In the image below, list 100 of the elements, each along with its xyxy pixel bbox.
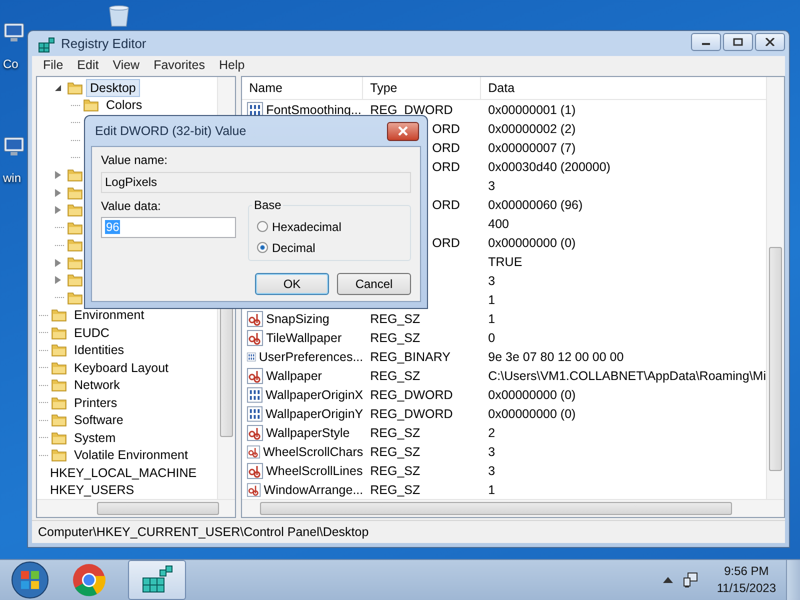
value-data: 3 xyxy=(488,178,496,192)
tree-item[interactable]: System xyxy=(70,428,120,447)
menu-item[interactable]: Edit xyxy=(70,58,106,72)
value-data-text: 96 xyxy=(105,220,120,234)
tree-item[interactable]: Volatile Environment xyxy=(70,446,192,464)
computer-icon[interactable] xyxy=(3,136,25,157)
folder-icon xyxy=(51,308,67,322)
radio-button[interactable] xyxy=(257,242,268,253)
string-value-icon xyxy=(247,310,264,326)
value-data: 2 xyxy=(488,426,496,440)
tree-item[interactable]: Environment xyxy=(70,306,148,324)
close-icon xyxy=(765,38,775,46)
value-data: 0x00000001 (1) xyxy=(488,102,576,116)
value-name[interactable]: WallpaperOriginX xyxy=(266,388,364,402)
value-data: 3 xyxy=(488,444,496,458)
close-button[interactable] xyxy=(755,32,785,50)
folder-icon xyxy=(51,326,67,340)
tree-item[interactable]: HKEY_LOCAL_MACHINE xyxy=(46,464,201,482)
column-header[interactable]: Type xyxy=(363,77,482,99)
clock-date: 11/15/2023 xyxy=(716,580,776,597)
value-data: 0x00030d40 (200000) xyxy=(488,160,610,174)
binary-value-icon xyxy=(247,406,263,422)
value-name[interactable]: WallpaperOriginY xyxy=(266,406,364,420)
value-name[interactable]: WallpaperStyle xyxy=(266,426,350,440)
group-title: Base xyxy=(252,198,284,212)
value-name[interactable]: TileWallpaper xyxy=(266,330,342,344)
show-hidden-icons-icon[interactable] xyxy=(662,577,673,583)
minimize-button[interactable] xyxy=(691,32,721,50)
value-name[interactable]: UserPreferences... xyxy=(258,350,364,364)
maximize-button[interactable] xyxy=(723,32,753,50)
value-data: 0x00000060 (96) xyxy=(488,198,583,212)
expander-icon[interactable] xyxy=(55,84,61,91)
value-data: C:\Users\VM1.COLLABNET\AppData\Roaming\Mi xyxy=(488,368,766,382)
browser-icon xyxy=(72,563,106,597)
network-icon[interactable] xyxy=(682,572,699,588)
folder-icon xyxy=(67,80,83,95)
value-type: ORD xyxy=(432,198,460,212)
clock-time: 9:56 PM xyxy=(724,563,769,580)
recycle-bin-icon[interactable] xyxy=(106,5,132,27)
tree-item[interactable]: Colors xyxy=(102,96,146,114)
value-type: REG_SZ xyxy=(370,312,420,326)
value-data: 0x00000007 (7) xyxy=(488,140,576,154)
close-button[interactable] xyxy=(387,122,419,140)
column-header[interactable]: Data xyxy=(481,77,766,99)
value-data: 9e 3e 07 80 12 00 00 00 xyxy=(488,350,624,364)
value-data: 0x00000000 (0) xyxy=(488,406,576,420)
dialog-title: Edit DWORD (32-bit) Value xyxy=(94,124,246,138)
menu-item[interactable]: Help xyxy=(212,58,252,72)
value-type: ORD xyxy=(432,236,460,250)
value-name-field[interactable]: LogPixels xyxy=(101,172,411,193)
registry-taskbar-button[interactable] xyxy=(128,560,186,600)
value-data: 1 xyxy=(488,312,496,326)
value-data: 3 xyxy=(488,464,496,478)
string-value-icon xyxy=(247,368,264,384)
dialog-button[interactable]: Cancel xyxy=(337,273,411,295)
value-name[interactable]: SnapSizing xyxy=(266,312,330,326)
value-data: 0x00000000 (0) xyxy=(488,388,576,402)
value-data: 1 xyxy=(488,292,496,306)
value-type: REG_DWORD xyxy=(370,102,453,116)
desktop-icon-label[interactable]: Co xyxy=(3,57,18,71)
scrollbar-thumb[interactable] xyxy=(260,502,732,515)
value-data: 1 xyxy=(488,482,496,496)
tree-item[interactable]: Printers xyxy=(70,394,122,412)
folder-icon xyxy=(51,343,67,358)
window-title: Registry Editor xyxy=(61,36,146,51)
clock[interactable]: 9:56 PM 11/15/2023 xyxy=(716,563,776,597)
value-name[interactable]: FontSmoothing... xyxy=(266,102,362,116)
menu-item[interactable]: File xyxy=(36,58,70,72)
computer-icon[interactable] xyxy=(3,22,25,43)
close-icon xyxy=(397,126,409,136)
menu-item[interactable]: View xyxy=(106,58,147,72)
value-name[interactable]: WheelScrollChars xyxy=(263,444,364,458)
column-header[interactable]: Name xyxy=(242,77,364,99)
maximize-icon xyxy=(733,38,743,46)
dialog-button[interactable]: OK xyxy=(255,273,329,295)
tree-item[interactable]: Identities xyxy=(70,341,128,360)
tree-item[interactable]: HKEY_USERS xyxy=(46,481,138,500)
string-value-icon xyxy=(247,424,264,440)
radio-button[interactable] xyxy=(257,221,268,232)
desktop-icon-label[interactable]: win xyxy=(3,171,22,185)
menu-item[interactable]: Favorites xyxy=(146,58,212,72)
tree-item[interactable]: Desktop xyxy=(86,78,140,97)
tree-item[interactable]: EUDC xyxy=(70,324,114,342)
start-button[interactable] xyxy=(10,560,50,600)
value-data: 0x00000000 (0) xyxy=(488,236,576,250)
tree-item[interactable]: Keyboard Layout xyxy=(70,358,173,377)
folder-icon xyxy=(51,360,67,375)
value-data: 0x00000002 (2) xyxy=(488,122,576,136)
scrollbar-thumb[interactable] xyxy=(769,247,782,471)
registry-cubes-icon xyxy=(38,34,56,52)
tree-item[interactable]: Network xyxy=(70,376,124,394)
radio-label[interactable]: Decimal xyxy=(272,240,316,254)
tree-item[interactable]: Software xyxy=(70,411,128,430)
scrollbar-thumb[interactable] xyxy=(97,502,219,515)
value-type: REG_SZ xyxy=(370,444,420,458)
value-name[interactable]: WheelScrollLines xyxy=(266,464,363,478)
radio-label[interactable]: Hexadecimal xyxy=(272,220,342,234)
value-name[interactable]: WindowArrange... xyxy=(264,482,364,496)
value-name[interactable]: Wallpaper xyxy=(266,368,322,382)
field-label: Value data: xyxy=(101,199,162,214)
